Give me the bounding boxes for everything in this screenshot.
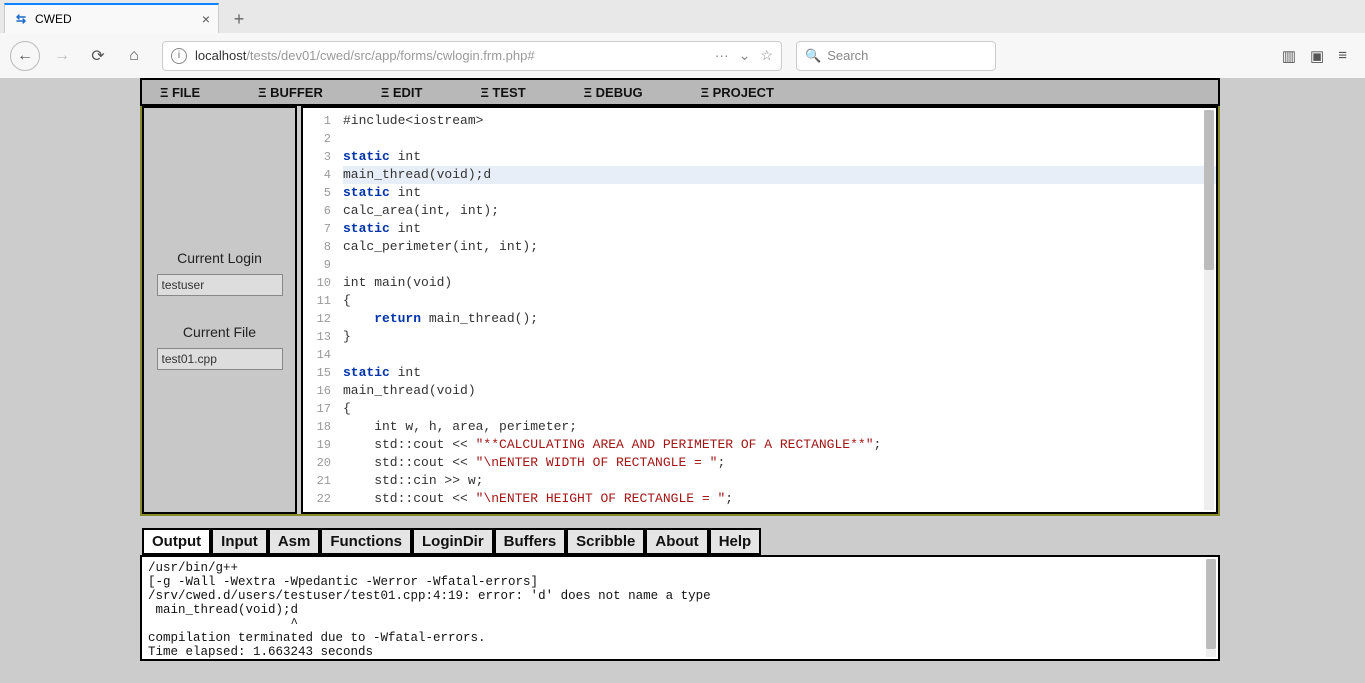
search-placeholder: Search [827,48,868,63]
code-area[interactable]: #include<iostream> static int main_threa… [337,108,1216,512]
tab-output[interactable]: Output [142,528,211,555]
tab-scribble[interactable]: Scribble [566,528,645,555]
tab-buffers[interactable]: Buffers [494,528,567,555]
new-tab-button[interactable]: + [224,5,254,33]
bookmark-star-icon[interactable]: ☆ [760,47,773,64]
line-gutter: 12345678910111213141516171819202122 [303,108,337,512]
cwed-app: Ξ FILE Ξ BUFFER Ξ EDIT Ξ TEST Ξ DEBUG Ξ … [140,78,1220,661]
output-scroll-thumb[interactable] [1206,559,1216,649]
reload-button[interactable]: ⟳ [84,42,112,70]
current-login-label: Current Login [177,250,262,266]
pocket-icon[interactable]: ⌄ [739,47,751,64]
output-scrollbar[interactable] [1206,559,1216,657]
tab-about[interactable]: About [645,528,708,555]
menu-file[interactable]: Ξ FILE [160,85,200,100]
editor-scrollbar[interactable] [1204,110,1214,510]
favicon-icon: ⇆ [13,11,29,27]
tab-help[interactable]: Help [709,528,762,555]
current-file-label: Current File [183,324,256,340]
tab-strip: ⇆ CWED × + [0,0,1365,33]
info-icon[interactable]: i [171,48,187,64]
tab-asm[interactable]: Asm [268,528,321,555]
url-path: /tests/dev01/cwed/src/app/forms/cwlogin.… [246,48,534,63]
url-host: localhost [195,48,246,63]
current-login-field[interactable] [157,274,283,296]
menu-edit[interactable]: Ξ EDIT [381,85,423,100]
home-button[interactable]: ⌂ [120,42,148,70]
search-box[interactable]: 🔍 Search [796,41,996,71]
tab-functions[interactable]: Functions [320,528,412,555]
current-file-field[interactable] [157,348,283,370]
output-panel[interactable]: /usr/bin/g++ [-g -Wall -Wextra -Wpedanti… [140,555,1220,661]
tab-title: CWED [35,12,72,26]
page-body: Ξ FILE Ξ BUFFER Ξ EDIT Ξ TEST Ξ DEBUG Ξ … [0,78,1365,683]
nav-bar: ← → ⟳ ⌂ i localhost/tests/dev01/cwed/src… [0,33,1365,78]
menu-debug[interactable]: Ξ DEBUG [584,85,643,100]
code-editor[interactable]: 12345678910111213141516171819202122 #inc… [301,106,1218,514]
app-menu-bar: Ξ FILE Ξ BUFFER Ξ EDIT Ξ TEST Ξ DEBUG Ξ … [140,78,1220,106]
tab-close-button[interactable]: × [202,11,210,27]
browser-tab[interactable]: ⇆ CWED × [4,3,219,33]
forward-button[interactable]: → [48,42,76,70]
menu-project[interactable]: Ξ PROJECT [701,85,774,100]
browser-chrome: ⇆ CWED × + ← → ⟳ ⌂ i localhost/tests/dev… [0,0,1365,78]
page-actions-icon[interactable]: ··· [715,47,729,64]
back-button[interactable]: ← [10,41,40,71]
reader-icon[interactable]: ▣ [1310,47,1324,65]
side-panel: Current Login Current File [142,106,297,514]
menu-test[interactable]: Ξ TEST [480,85,525,100]
library-icon[interactable]: ▥ [1282,47,1296,65]
search-icon: 🔍 [805,48,821,64]
toolbar-right: ▥ ▣ ≡ [1282,47,1355,65]
tab-input[interactable]: Input [211,528,268,555]
bottom-tab-bar: Output Input Asm Functions LoginDir Buff… [142,528,1220,555]
editor-scroll-thumb[interactable] [1204,110,1214,270]
menu-buffer[interactable]: Ξ BUFFER [258,85,323,100]
menu-icon[interactable]: ≡ [1338,47,1347,65]
tab-logindir[interactable]: LoginDir [412,528,494,555]
url-bar[interactable]: i localhost/tests/dev01/cwed/src/app/for… [162,41,782,71]
workspace: Current Login Current File 1234567891011… [140,106,1220,516]
